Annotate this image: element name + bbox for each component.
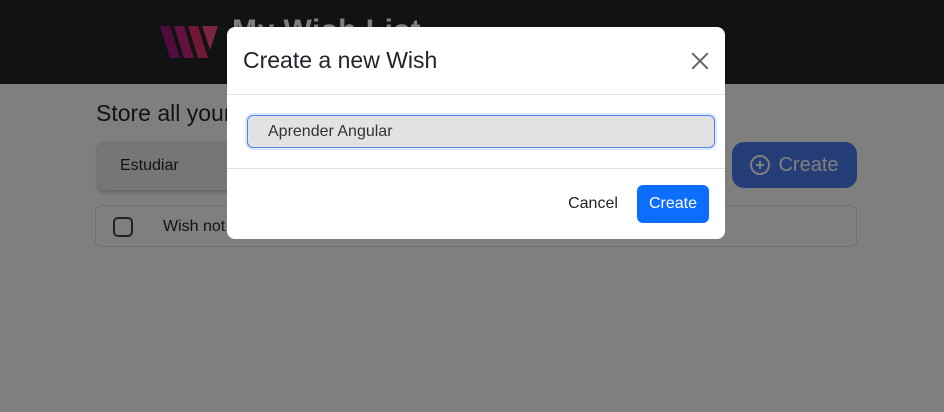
cancel-button[interactable]: Cancel xyxy=(557,185,629,223)
close-icon[interactable] xyxy=(688,49,712,73)
modal-footer: Cancel Create xyxy=(227,169,725,239)
modal-title: Create a new Wish xyxy=(243,47,438,73)
create-wish-modal: Create a new Wish Cancel Create xyxy=(227,27,725,239)
modal-header: Create a new Wish xyxy=(227,27,725,95)
create-button[interactable]: Create xyxy=(637,185,709,223)
wish-input[interactable] xyxy=(247,115,715,148)
modal-body xyxy=(227,95,725,169)
